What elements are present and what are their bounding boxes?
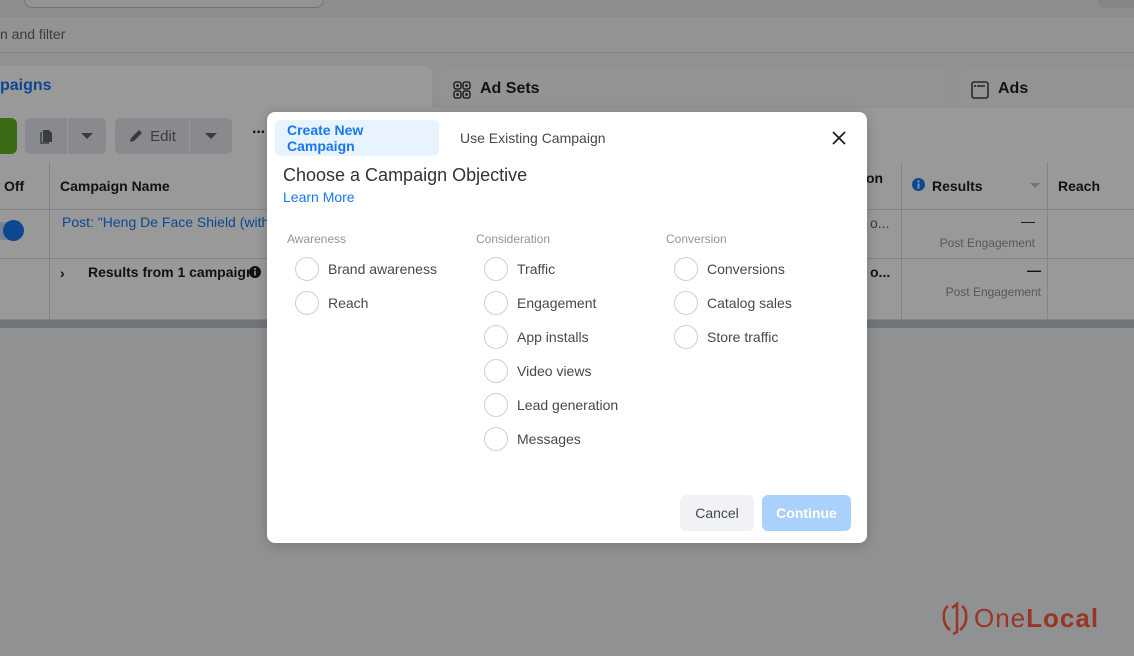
objective-label: Reach — [328, 295, 369, 311]
objective-column-consideration: Consideration Traffic Engagement App ins… — [476, 232, 618, 456]
column-title: Conversion — [666, 232, 727, 246]
close-icon[interactable] — [827, 126, 851, 150]
objective-lead-generation[interactable]: Lead generation — [476, 388, 618, 422]
radio-button[interactable] — [674, 291, 698, 315]
radio-button[interactable] — [484, 393, 508, 417]
radio-button[interactable] — [484, 257, 508, 281]
radio-button[interactable] — [295, 291, 319, 315]
radio-button[interactable] — [295, 257, 319, 281]
objective-label: App installs — [517, 329, 589, 345]
objective-column-conversion: Conversion Conversions Catalog sales Sto… — [666, 232, 792, 354]
radio-button[interactable] — [674, 325, 698, 349]
continue-button[interactable]: Continue — [762, 495, 851, 531]
radio-button[interactable] — [484, 291, 508, 315]
objective-column-awareness: Awareness Brand awareness Reach — [287, 232, 437, 320]
column-title: Awareness — [287, 232, 347, 246]
radio-button[interactable] — [484, 359, 508, 383]
campaign-objective-dialog: Create New Campaign Use Existing Campaig… — [267, 112, 867, 543]
objective-messages[interactable]: Messages — [476, 422, 618, 456]
objective-label: Conversions — [707, 261, 785, 277]
radio-button[interactable] — [484, 325, 508, 349]
objective-label: Catalog sales — [707, 295, 792, 311]
tab-use-existing-campaign[interactable]: Use Existing Campaign — [448, 120, 618, 156]
objective-label: Store traffic — [707, 329, 779, 345]
cancel-button[interactable]: Cancel — [680, 495, 754, 531]
objective-label: Messages — [517, 431, 581, 447]
radio-button[interactable] — [484, 427, 508, 451]
objective-label: Lead generation — [517, 397, 619, 413]
dialog-title: Choose a Campaign Objective — [283, 165, 528, 185]
learn-more-link[interactable]: Learn More — [283, 189, 355, 205]
objective-label: Brand awareness — [328, 261, 437, 277]
objective-video-views[interactable]: Video views — [476, 354, 618, 388]
radio-button[interactable] — [674, 257, 698, 281]
column-title: Consideration — [476, 232, 551, 246]
objective-label: Engagement — [517, 295, 597, 311]
objective-catalog-sales[interactable]: Catalog sales — [666, 286, 792, 320]
objective-conversions[interactable]: Conversions — [666, 252, 792, 286]
objective-label: Video views — [517, 363, 592, 379]
objective-engagement[interactable]: Engagement — [476, 286, 618, 320]
objective-label: Traffic — [517, 261, 556, 277]
objective-app-installs[interactable]: App installs — [476, 320, 618, 354]
objective-brand-awareness[interactable]: Brand awareness — [287, 252, 437, 286]
objective-traffic[interactable]: Traffic — [476, 252, 618, 286]
objective-store-traffic[interactable]: Store traffic — [666, 320, 792, 354]
objective-reach[interactable]: Reach — [287, 286, 437, 320]
tab-create-new-campaign[interactable]: Create New Campaign — [275, 120, 439, 156]
